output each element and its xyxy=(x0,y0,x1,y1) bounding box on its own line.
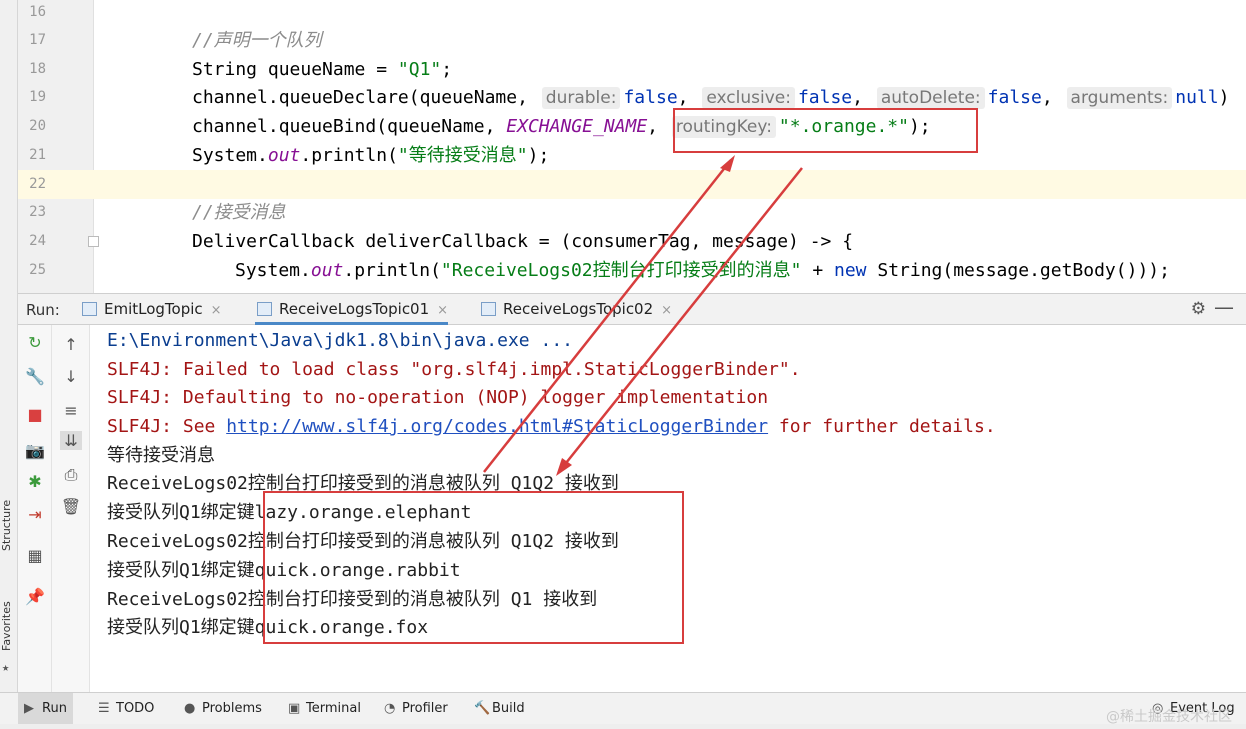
terminal-tool-button[interactable]: ▣ Terminal xyxy=(288,701,361,716)
run-tool-button[interactable]: ▶ Run xyxy=(18,693,73,724)
build-tool-button[interactable]: 🔨 Build xyxy=(474,701,525,716)
info-icon: ● xyxy=(184,701,196,716)
status-bar xyxy=(0,724,1246,729)
annotation-arrow xyxy=(561,167,803,469)
hammer-icon: 🔨 xyxy=(474,701,491,716)
terminal-icon: ▣ xyxy=(288,701,301,716)
bottom-tool-bar: ▶ Run ☰ TODO ● Problems ▣ Terminal ◔ Profiler… xyxy=(0,692,1246,724)
play-icon: ▶ xyxy=(24,701,34,716)
profiler-icon: ◔ xyxy=(384,701,396,716)
list-icon: ☰ xyxy=(98,701,110,716)
problems-tool-button[interactable]: ● Problems xyxy=(184,701,262,716)
watermark: @稀土掘金技术社区 xyxy=(1106,709,1232,725)
profiler-tool-button[interactable]: ◔ Profiler xyxy=(384,701,448,716)
annotation-arrows xyxy=(483,155,803,476)
arrow-head xyxy=(556,458,572,476)
annotation-arrow xyxy=(483,159,732,473)
todo-tool-button[interactable]: ☰ TODO xyxy=(98,701,154,716)
